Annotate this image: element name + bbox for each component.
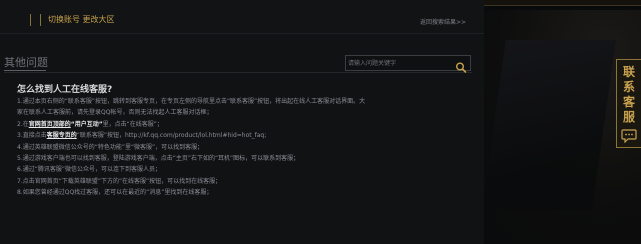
separator-bar: [30, 14, 31, 26]
faq-text: 6.通过“腾讯客服”微信公众号，可以连下到客服人员；: [17, 166, 161, 174]
chat-bubble-icon: [621, 128, 637, 144]
faq-text: 8.如果您曾经通过QQ找过客服，还可以在最近的“消息”里找到在线客服；: [17, 189, 213, 197]
search-icon[interactable]: [455, 58, 467, 73]
faq-answer: 1.通过本页右侧的“联系客服”按钮，跳转到客服专页，在专页左侧的导航里点击“联系…: [17, 96, 477, 199]
faq-answer-line: 6.通过“腾讯客服”微信公众号，可以连下到客服人员；: [17, 164, 477, 175]
faq-text: 3.直接点击: [17, 132, 47, 140]
top-strip: [484, 0, 641, 6]
faq-answer-line: 5.通过游戏客户端也可以找到客服，登陆游戏客户端，点击“主页”右下如的“耳机”图…: [17, 153, 477, 164]
faq-text: 家在联系人工客服前，请先登录QQ帐号，否则无法找起人工客服对话框；: [17, 109, 213, 117]
section-title: 其他问题: [4, 56, 48, 69]
faq-text: 里，点击“在线客服”；: [102, 120, 163, 128]
faq-answer-line: 4.通过英雄联盟微信公众号的“特色功能”里“微客服”，可以找到客服；: [17, 142, 477, 153]
faq-answer-line: 8.如果您曾经通过QQ找过客服，还可以在最近的“消息”里找到在线客服；: [17, 187, 477, 198]
top-bar: 切换账号 更改大区 返回搜索结果>>: [0, 0, 484, 34]
faq-text: 4.通过英雄联盟微信公众号的“特色功能”里“微客服”，可以找到客服；: [17, 143, 204, 151]
back-to-results-link[interactable]: 返回搜索结果>>: [420, 17, 466, 26]
faq-link-text[interactable]: 客服专页的: [47, 132, 77, 139]
switch-account-link[interactable]: 切换账号 更改大区: [48, 14, 115, 26]
title-underline: [4, 70, 46, 71]
contact-service-label: 联系客服: [622, 65, 635, 124]
faq-answer-line: 3.直接点击客服专页的“联系客服”按钮，http://kf.qq.com/pro…: [17, 130, 477, 141]
separator-bar: [40, 14, 41, 26]
search-box: [345, 55, 471, 73]
search-input[interactable]: [348, 57, 452, 69]
faq-heading: 怎么找到人工在线客服?: [17, 85, 113, 95]
faq-answer-line: 2.在官网首页顶部的“用户互动”里，点击“在线客服”；: [17, 119, 477, 130]
faq-text: 2.在: [17, 120, 29, 128]
faq-text: 5.通过游戏客户端也可以找到客服，登陆游戏客户端，点击“主页”右下如的“耳机”图…: [17, 155, 300, 163]
contact-service-button[interactable]: 联系客服: [616, 59, 641, 148]
faq-answer-line: 家在联系人工客服前，请先登录QQ帐号，否则无法找起人工客服对话框；: [17, 107, 477, 118]
main-panel: 其他问题 怎么找到人工在线客服? 1.通过本页右侧的“联系客服”按钮，跳转到客服…: [0, 34, 484, 244]
section-divider: [4, 72, 472, 73]
faq-text: “联系客服”按钮，http://kf.qq.com/product/lol.ht…: [76, 132, 267, 140]
faq-text: “用户互动”: [70, 120, 103, 128]
faq-link-text[interactable]: 官网首页顶部的: [29, 121, 71, 128]
faq-answer-line: 1.通过本页右侧的“联系客服”按钮，跳转到客服专页，在专页左侧的导航里点击“联系…: [17, 96, 477, 107]
faq-text: 1.通过本页右侧的“联系客服”按钮，跳转到客服专页，在专页左侧的导航里点击“联系…: [17, 98, 366, 105]
faq-answer-line: 7.点击官网首页“下载英雄联盟”下方的“在线客服”按钮，可以找到在线客服；: [17, 176, 477, 187]
faq-text: 7.点击官网首页“下载英雄联盟”下方的“在线客服”按钮，可以找到在线客服；: [17, 177, 222, 185]
